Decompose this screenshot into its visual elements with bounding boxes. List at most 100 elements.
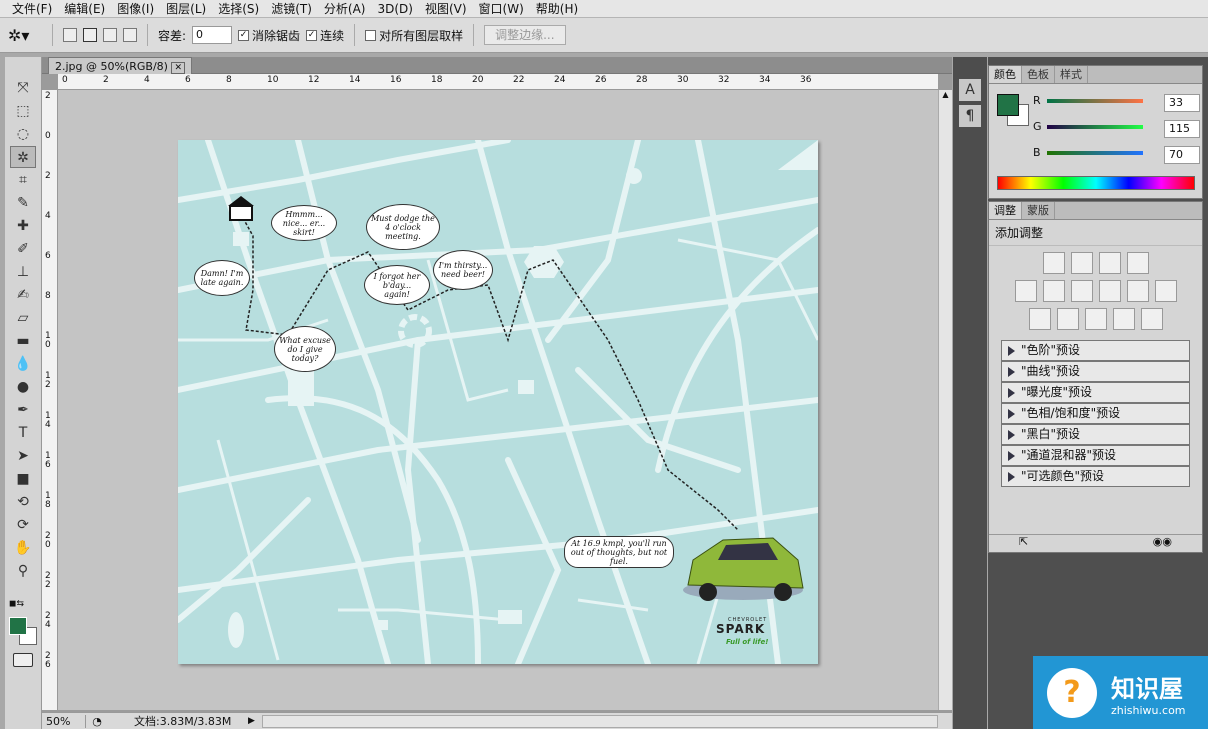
zoom-level[interactable]: 50%: [42, 714, 86, 728]
scroll-up-icon[interactable]: ▲: [939, 90, 952, 99]
stamp-tool-icon[interactable]: ⊥: [10, 261, 36, 283]
horizontal-scrollbar[interactable]: [262, 714, 938, 728]
blue-slider[interactable]: [1047, 151, 1143, 155]
canvas-area[interactable]: Hmmm... nice... er... skirt! Must dodge …: [58, 90, 938, 710]
green-slider[interactable]: [1047, 125, 1143, 129]
color-balance-icon[interactable]: [1070, 280, 1093, 302]
menu-file[interactable]: 文件(F): [6, 0, 58, 18]
status-menu-icon[interactable]: ▶: [248, 716, 262, 726]
subtract-selection-icon[interactable]: [103, 28, 117, 42]
eraser-tool-icon[interactable]: ▱: [10, 307, 36, 329]
quick-mask-icon[interactable]: [13, 653, 33, 667]
brush-tool-icon[interactable]: ✐: [10, 238, 36, 260]
foreground-color-swatch[interactable]: [9, 617, 27, 635]
healing-tool-icon[interactable]: ✚: [10, 215, 36, 237]
channel-mixer-icon[interactable]: [1154, 280, 1177, 302]
black-white-icon[interactable]: [1098, 280, 1121, 302]
hand-tool-icon[interactable]: ✋: [10, 537, 36, 559]
tab-swatches[interactable]: 色板: [1022, 66, 1055, 83]
magic-wand-preset-icon[interactable]: ✲▾: [8, 26, 42, 45]
ruler-tick-label: 0: [45, 131, 51, 141]
gradient-map-icon[interactable]: [1112, 308, 1135, 330]
crop-tool-icon[interactable]: ⌗: [10, 169, 36, 191]
red-slider[interactable]: [1047, 99, 1143, 103]
gradient-tool-icon[interactable]: ▬: [10, 330, 36, 352]
3d-rotate-tool-icon[interactable]: ⟲: [10, 491, 36, 513]
levels-icon[interactable]: [1070, 252, 1093, 274]
expand-triangle-icon: [1008, 429, 1015, 440]
eyedropper-tool-icon[interactable]: ✎: [10, 192, 36, 214]
menu-3d[interactable]: 3D(D): [371, 0, 418, 18]
menu-select[interactable]: 选择(S): [212, 0, 265, 18]
tab-masks[interactable]: 蒙版: [1022, 202, 1055, 219]
menu-image[interactable]: 图像(I): [111, 0, 160, 18]
pen-tool-icon[interactable]: ✒: [10, 399, 36, 421]
marquee-tool-icon[interactable]: ⬚: [10, 100, 36, 122]
move-tool-icon[interactable]: ⤧: [10, 77, 36, 99]
vibrance-icon[interactable]: [1014, 280, 1037, 302]
brightness-icon[interactable]: [1042, 252, 1065, 274]
green-value-input[interactable]: 115: [1164, 120, 1200, 138]
selective-color-icon[interactable]: [1140, 308, 1163, 330]
paragraph-panel-icon[interactable]: ¶: [959, 105, 981, 127]
sample-all-layers-checkbox[interactable]: 对所有图层取样: [365, 27, 463, 44]
posterize-icon[interactable]: [1056, 308, 1079, 330]
new-selection-icon[interactable]: [63, 28, 77, 42]
menu-help[interactable]: 帮助(H): [530, 0, 584, 18]
magic-wand-tool-icon[interactable]: ✲: [10, 146, 36, 168]
preset-exposure[interactable]: "曝光度"预设: [1001, 382, 1190, 403]
tolerance-input[interactable]: 0: [192, 26, 233, 44]
menu-filter[interactable]: 滤镜(T): [265, 0, 318, 18]
preset-hue-saturation[interactable]: "色相/饱和度"预设: [1001, 403, 1190, 424]
preset-selective-color[interactable]: "可选颜色"预设: [1001, 466, 1190, 487]
curves-icon[interactable]: [1098, 252, 1121, 274]
type-tool-icon[interactable]: T: [10, 422, 36, 444]
color-spectrum-bar[interactable]: [997, 176, 1195, 190]
clip-icon[interactable]: ◉◉: [1153, 535, 1172, 552]
blue-value-input[interactable]: 70: [1164, 146, 1200, 164]
exposure-icon[interactable]: [1126, 252, 1149, 274]
hue-saturation-icon[interactable]: [1042, 280, 1065, 302]
document-tab[interactable]: 2.jpg @ 50%(RGB/8) ✕: [48, 57, 193, 74]
shape-tool-icon[interactable]: ■: [10, 468, 36, 490]
ruler-tick-label: 4: [45, 211, 51, 221]
intersect-selection-icon[interactable]: [123, 28, 137, 42]
character-panel-icon[interactable]: A: [959, 79, 981, 101]
tab-color[interactable]: 颜色: [989, 66, 1022, 83]
refine-edge-button[interactable]: 调整边缘...: [484, 25, 566, 45]
zoom-tool-icon[interactable]: ⚲: [10, 560, 36, 582]
contiguous-label: 连续: [320, 28, 345, 43]
dodge-tool-icon[interactable]: ●: [10, 376, 36, 398]
photo-filter-icon[interactable]: [1126, 280, 1149, 302]
menu-analysis[interactable]: 分析(A): [318, 0, 372, 18]
path-select-tool-icon[interactable]: ➤: [10, 445, 36, 467]
tab-adjustments[interactable]: 调整: [989, 202, 1022, 219]
divider: [473, 24, 475, 46]
menu-view[interactable]: 视图(V): [419, 0, 473, 18]
add-selection-icon[interactable]: [83, 28, 97, 42]
lasso-tool-icon[interactable]: ◌: [10, 123, 36, 145]
preset-black-white[interactable]: "黑白"预设: [1001, 424, 1190, 445]
status-info-icon[interactable]: ◔: [86, 715, 108, 728]
return-icon[interactable]: ⇱: [1019, 535, 1028, 552]
default-colors-icon[interactable]: ◼⇆: [9, 599, 24, 609]
preset-curves[interactable]: "曲线"预设: [1001, 361, 1190, 382]
menu-edit[interactable]: 编辑(E): [58, 0, 111, 18]
menu-window[interactable]: 窗口(W): [473, 0, 530, 18]
invert-icon[interactable]: [1028, 308, 1051, 330]
threshold-icon[interactable]: [1084, 308, 1107, 330]
antialias-checkbox[interactable]: ✓ 消除锯齿: [238, 27, 300, 44]
blur-tool-icon[interactable]: 💧: [10, 353, 36, 375]
3d-orbit-tool-icon[interactable]: ⟳: [10, 514, 36, 536]
menu-layer[interactable]: 图层(L): [160, 0, 212, 18]
red-value-input[interactable]: 33: [1164, 94, 1200, 112]
vertical-scrollbar[interactable]: ▲: [938, 90, 952, 710]
fg-color-swatch[interactable]: [997, 94, 1019, 116]
contiguous-checkbox[interactable]: ✓ 连续: [306, 27, 344, 44]
close-icon[interactable]: ✕: [171, 62, 186, 74]
tab-styles[interactable]: 样式: [1055, 66, 1088, 83]
history-brush-icon[interactable]: ✍: [10, 284, 36, 306]
preset-levels[interactable]: "色阶"预设: [1001, 340, 1190, 361]
preset-channel-mixer[interactable]: "通道混和器"预设: [1001, 445, 1190, 466]
ruler-tick-label: 1 4: [45, 411, 51, 430]
